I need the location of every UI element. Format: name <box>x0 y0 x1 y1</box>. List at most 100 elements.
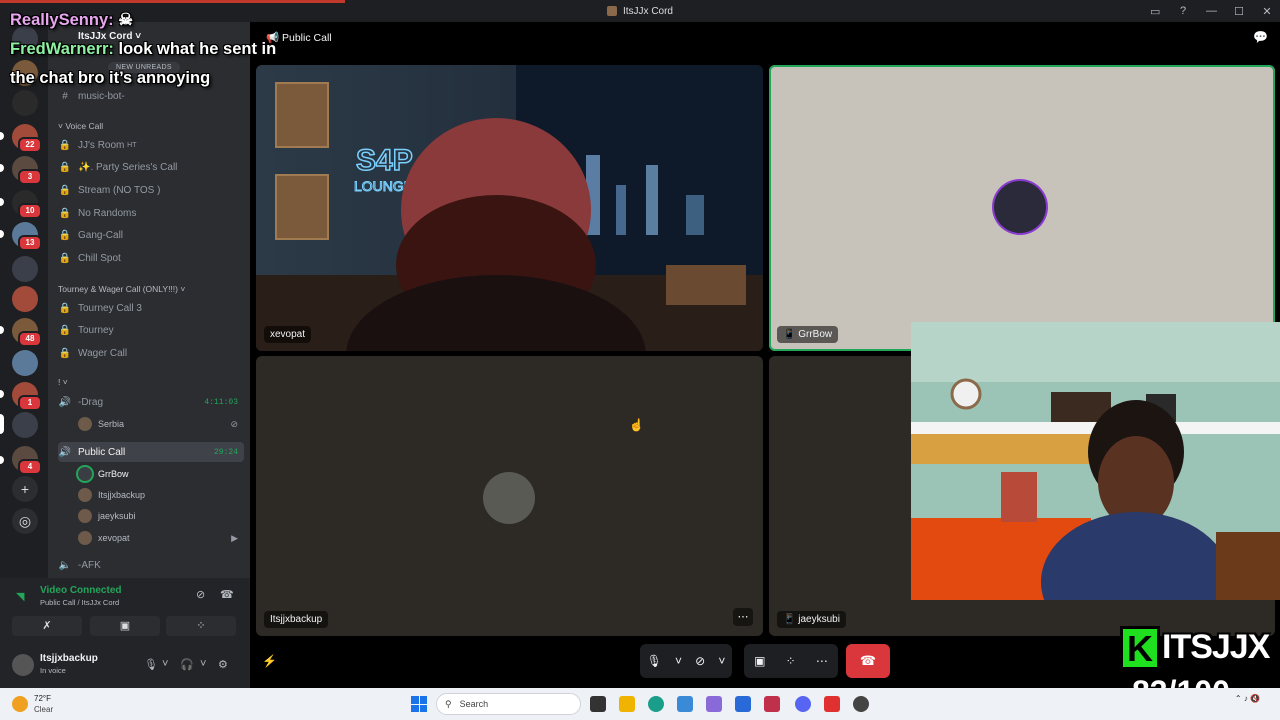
channel-chill-spot[interactable]: 🔒 Chill Spot <box>58 248 244 268</box>
share-controls: ▣ ⁘ ⋯ <box>744 644 838 678</box>
app-icon[interactable] <box>706 696 722 712</box>
category-voice-call[interactable]: ˅ Voice Call <box>58 121 103 131</box>
inbox-icon[interactable]: ▭ <box>1150 5 1160 18</box>
unread-pip <box>0 456 4 464</box>
channel-logo: K ITSJJX <box>1120 624 1280 674</box>
voice-status[interactable]: Video Connected <box>40 585 122 596</box>
headphones-icon[interactable]: 🎧 <box>180 658 194 671</box>
camera-off-button[interactable]: ✗ <box>12 616 82 636</box>
chevron-down-icon[interactable]: ˅ <box>675 654 682 668</box>
lock-icon: 🔒 <box>58 302 72 314</box>
maximize-button[interactable]: ☐ <box>1234 5 1244 18</box>
server-icon[interactable] <box>12 256 38 282</box>
app-icon[interactable] <box>677 696 693 712</box>
stream-chat-overlay: ReallySenny: ☠ FredWarnerr: look what he… <box>10 6 280 93</box>
lock-icon: 🔒 <box>58 229 72 241</box>
channel-party-series[interactable]: 🔒 ✨. Party Series's Call <box>58 157 244 177</box>
channel-drag[interactable]: 🔊 -Drag 4:11:03 <box>58 392 244 412</box>
channel-tourney[interactable]: 🔒 Tourney <box>58 320 244 340</box>
activity-icon[interactable]: ⚡ <box>262 654 277 668</box>
system-tray[interactable]: ⌃ ♪ 🔇 <box>1235 694 1260 703</box>
more-icon[interactable]: ⋯ <box>816 654 828 668</box>
server-icon[interactable] <box>12 90 38 116</box>
file-explorer-icon[interactable] <box>619 696 635 712</box>
category-tourney[interactable]: Tourney & Wager Call (ONLY!!!) ˅ <box>58 284 185 294</box>
voice-user[interactable]: xevopat ▶ <box>78 528 244 548</box>
participant-tile-xevopat[interactable]: S4P LOUNGE xevopat <box>256 65 763 351</box>
voice-user[interactable]: Itsjjxbackup <box>78 485 244 505</box>
channel-stream[interactable]: 🔒 Stream (NO TOS ) <box>58 180 244 200</box>
disconnect-icon[interactable]: ☎ <box>220 588 234 601</box>
participant-tile-itsjjxbackup[interactable]: Itsjjxbackup ⋯ <box>256 356 763 636</box>
activities-icon[interactable]: ⁘ <box>786 654 796 668</box>
window-title: ItsJJx Cord <box>622 5 673 17</box>
gear-icon[interactable]: ⚙ <box>218 658 228 671</box>
avatar <box>483 472 535 524</box>
server-icon[interactable]: 13 <box>12 222 42 251</box>
voice-location[interactable]: Public Call / ItsJJx Cord <box>40 598 119 607</box>
camera-off-icon[interactable]: ⊘ <box>695 654 705 668</box>
chevron-down-icon[interactable]: ˅ <box>200 658 206 670</box>
help-icon[interactable]: ? <box>1178 5 1188 17</box>
server-icon[interactable]: 10 <box>12 190 42 219</box>
server-icon[interactable] <box>12 350 38 376</box>
participant-name: 📱 GrrBow <box>777 326 839 343</box>
unread-pip <box>0 230 4 238</box>
app-icon[interactable] <box>764 696 780 712</box>
weather-temperature[interactable]: 72°F <box>34 694 51 703</box>
call-timer: 4:11:03 <box>204 397 238 407</box>
channel-gang-call[interactable]: 🔒 Gang-Call <box>58 225 244 245</box>
muted-icon: ⊘ <box>230 418 238 429</box>
avatar <box>78 488 92 502</box>
minimize-button[interactable]: — <box>1206 5 1217 17</box>
more-options-button[interactable]: ⋯ <box>733 608 753 626</box>
task-view-icon[interactable] <box>590 696 606 712</box>
server-icon[interactable]: 22 <box>12 124 42 153</box>
participant-name: xevopat <box>264 326 312 343</box>
channel-public-call[interactable]: 🔊 Public Call 29:24 <box>58 442 244 462</box>
screen-share-button[interactable]: ▣ <box>90 616 160 636</box>
channel-wager-call[interactable]: 🔒 Wager Call <box>58 343 244 363</box>
microphone-icon[interactable]: 🎙 <box>144 658 158 671</box>
app-icon[interactable] <box>824 696 840 712</box>
selected-pip <box>0 414 4 434</box>
voice-user[interactable]: Serbia ⊘ <box>78 414 244 434</box>
chevron-down-icon[interactable]: ˅ <box>718 654 725 668</box>
avatar[interactable] <box>12 654 34 676</box>
chat-icon[interactable]: 💬 <box>1253 30 1268 44</box>
channel-no-randoms[interactable]: 🔒 No Randoms <box>58 203 244 223</box>
close-button[interactable]: ✕ <box>1262 5 1272 18</box>
screen-share-icon[interactable]: ▣ <box>754 654 765 668</box>
chevron-down-icon[interactable]: ˅ <box>162 658 168 670</box>
noise-suppression-icon[interactable]: ⊘ <box>196 588 205 601</box>
server-icon-selected[interactable] <box>12 412 38 438</box>
app-icon[interactable] <box>853 696 869 712</box>
search-box[interactable]: ⚲ Search <box>436 693 581 715</box>
channel-afk[interactable]: 🔈 -AFK <box>58 555 244 575</box>
participant-tile-grrbow[interactable]: 📱 GrrBow <box>769 65 1275 351</box>
explore-icon[interactable]: ◎ <box>12 508 38 534</box>
category-exclaim[interactable]: ! ˅ <box>58 377 68 387</box>
server-icon[interactable]: 4 <box>12 446 42 475</box>
add-server-icon[interactable]: + <box>12 476 38 502</box>
server-icon[interactable]: 3 <box>12 156 42 185</box>
username[interactable]: Itsjjxbackup <box>40 653 98 664</box>
start-button[interactable] <box>411 696 427 712</box>
activities-button[interactable]: ⁘ <box>166 616 236 636</box>
weather-icon[interactable] <box>12 696 28 712</box>
store-icon[interactable] <box>735 696 751 712</box>
edge-icon[interactable] <box>648 696 664 712</box>
unread-pip <box>0 390 4 398</box>
voice-user[interactable]: GrrBow <box>78 464 244 484</box>
channel-jjs-room[interactable]: 🔒 JJ's Room HT <box>58 135 244 155</box>
voice-user[interactable]: jaeyksubi <box>78 506 244 526</box>
hang-up-button[interactable]: ☎ <box>846 644 890 678</box>
server-icon[interactable]: 48 <box>12 318 42 347</box>
lock-icon: 🔒 <box>58 252 72 264</box>
server-icon[interactable] <box>12 286 38 312</box>
server-icon[interactable]: 1 <box>12 382 42 411</box>
discord-icon[interactable] <box>795 696 811 712</box>
channel-tourney-call-3[interactable]: 🔒 Tourney Call 3 <box>58 298 244 318</box>
unread-pip <box>0 198 4 206</box>
microphone-icon[interactable]: 🎙 <box>647 654 662 668</box>
